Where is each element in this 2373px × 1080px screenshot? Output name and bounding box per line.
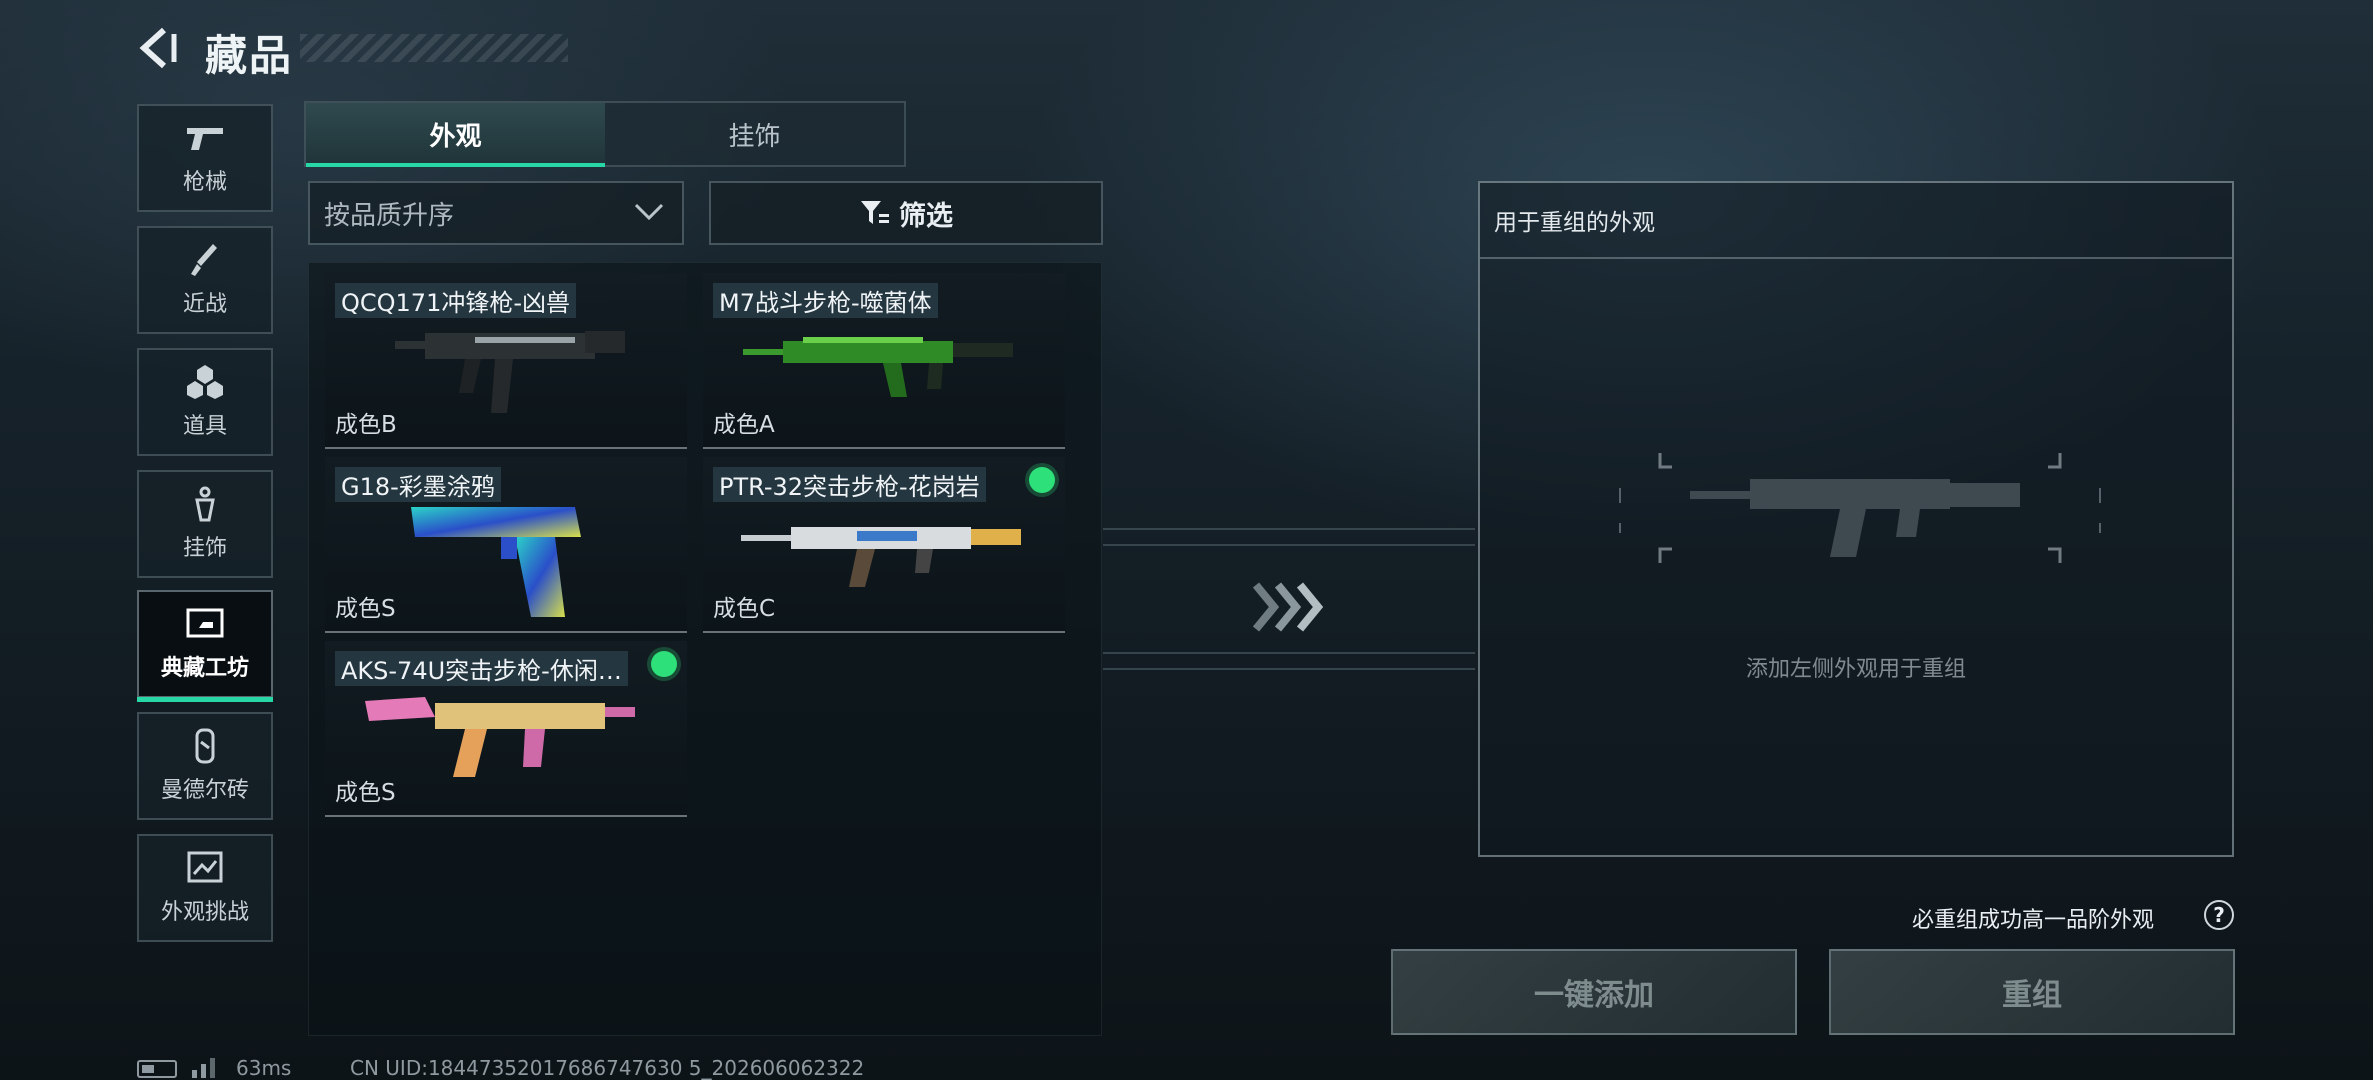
card-underline: [325, 631, 687, 633]
workshop-icon: [186, 608, 224, 638]
nav-item-label: 曼德尔砖: [160, 778, 249, 803]
signal-icon: [192, 1058, 215, 1078]
card-underline: [703, 447, 1065, 449]
skin-card[interactable]: M7战斗步枪-噬菌体 成色A: [703, 273, 1065, 449]
nav-item-label: 外观挑战: [160, 900, 249, 925]
recombine-panel: 用于重组的外观 添加左侧外观用于重组: [1478, 181, 2234, 857]
empty-hint: 添加左侧外观用于重组: [1745, 657, 1966, 682]
skin-name: PTR-32突击步枪-花岗岩: [713, 467, 986, 502]
skin-name: QCQ171冲锋枪-凶兽: [335, 283, 577, 318]
skin-card[interactable]: PTR-32突击步枪-花岗岩 成色C: [703, 457, 1065, 633]
title-decoration: [300, 34, 568, 62]
nav-item-label: 挂饰: [182, 536, 227, 561]
rifle-skin-image: [743, 337, 1013, 397]
nav-item-label: 近战: [182, 292, 227, 317]
filter-label: 筛选: [899, 200, 953, 232]
challenge-icon: [187, 851, 223, 883]
connector-line: [1103, 528, 1475, 546]
skin-name: G18-彩墨涂鸦: [335, 467, 501, 502]
back-arrow-icon[interactable]: [134, 24, 182, 72]
connector-line: [1103, 652, 1475, 670]
skin-card[interactable]: QCQ171冲锋枪-凶兽 成色B: [325, 273, 687, 449]
skin-grade: 成色S: [335, 780, 396, 806]
nav-item-guns[interactable]: 枪械: [137, 104, 273, 212]
skin-card[interactable]: G18-彩墨涂鸦 成色S: [325, 457, 687, 633]
pistol-skin-image: [411, 507, 581, 617]
page-title: 藏品: [205, 31, 294, 80]
skin-card[interactable]: AKS-74U突击步枪-休闲… 成色S: [325, 641, 687, 817]
ping-text: 63ms: [236, 1056, 292, 1080]
skin-grade: 成色C: [713, 596, 776, 622]
chevron-down-icon: [634, 203, 664, 221]
sort-dropdown[interactable]: 按品质升序: [308, 181, 684, 245]
brick-icon: [195, 728, 215, 764]
pistol-icon: [187, 128, 223, 150]
recombine-button[interactable]: 重组: [1829, 949, 2235, 1035]
sort-value: 按品质升序: [324, 200, 455, 231]
nav-item-mandel-brick[interactable]: 曼德尔砖: [137, 712, 273, 820]
rifle-skin-image: [365, 697, 635, 777]
triple-chevron-right-icon: [1252, 582, 1324, 632]
skin-grid: QCQ171冲锋枪-凶兽 成色B M7战斗步枪-噬菌体 成色A G18-彩墨涂鸦…: [308, 262, 1102, 1036]
skin-grade: 成色A: [713, 412, 775, 438]
add-all-button[interactable]: 一键添加: [1391, 949, 1797, 1035]
nav-item-workshop[interactable]: 典藏工坊: [137, 590, 273, 702]
nav-item-label: 典藏工坊: [160, 656, 249, 681]
hexagon-cluster-icon: [187, 365, 223, 399]
filter-icon: [861, 201, 889, 224]
filter-button[interactable]: 筛选: [709, 181, 1103, 245]
battery-icon: [137, 1060, 177, 1078]
category-tabs: 外观 挂饰: [304, 101, 906, 167]
skin-name: M7战斗步枪-噬菌体: [713, 283, 938, 318]
tab-appearance[interactable]: 外观: [306, 103, 605, 167]
card-underline: [325, 447, 687, 449]
charm-icon: [195, 486, 215, 522]
card-underline: [703, 631, 1065, 633]
smg-skin-image: [395, 331, 625, 413]
status-marker: [1029, 467, 1055, 493]
nav-item-props[interactable]: 道具: [137, 348, 273, 456]
nav-item-label: 枪械: [182, 170, 227, 195]
nav-item-melee[interactable]: 近战: [137, 226, 273, 334]
uid-text: CN UID:18447352017686747630 5_2026060623…: [350, 1056, 865, 1080]
empty-slot-rifle-icon[interactable]: [1600, 433, 2120, 583]
tab-charms[interactable]: 挂饰: [605, 103, 904, 165]
recombine-help-text: 必重组成功高一品阶外观: [1912, 908, 2155, 933]
nav-item-charms[interactable]: 挂饰: [137, 470, 273, 578]
skin-grade: 成色B: [335, 412, 397, 438]
card-underline: [325, 815, 687, 817]
knife-icon: [191, 244, 217, 276]
status-marker: [651, 651, 677, 677]
rifle-skin-image: [741, 527, 1021, 587]
help-icon[interactable]: ?: [2204, 900, 2234, 930]
recombine-header: 用于重组的外观: [1480, 183, 2232, 259]
skin-grade: 成色S: [335, 596, 396, 622]
skin-name: AKS-74U突击步枪-休闲…: [335, 651, 628, 686]
nav-item-skin-challenge[interactable]: 外观挑战: [137, 834, 273, 942]
nav-item-label: 道具: [182, 414, 227, 439]
